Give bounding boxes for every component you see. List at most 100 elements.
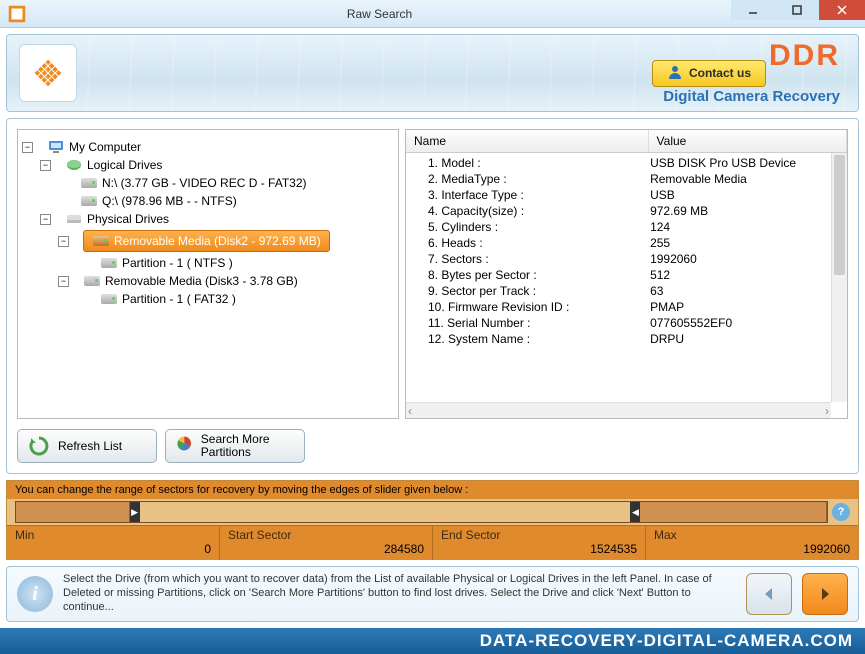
physical-drive-item[interactable]: Removable Media (Disk3 - 3.78 GB) xyxy=(105,274,298,288)
contact-label: Contact us xyxy=(689,66,751,80)
app-logo xyxy=(19,44,77,102)
back-button[interactable] xyxy=(746,573,792,615)
detail-name: 7. Sectors : xyxy=(428,252,650,266)
footer: i Select the Drive (from which you want … xyxy=(6,566,859,622)
detail-name: 4. Capacity(size) : xyxy=(428,204,650,218)
tree-collapse-icon[interactable]: − xyxy=(58,276,69,287)
contact-us-button[interactable]: Contact us xyxy=(652,60,766,87)
drive-icon xyxy=(83,274,101,288)
brand-bar: DATA-RECOVERY-DIGITAL-CAMERA.COM xyxy=(0,628,865,654)
detail-value: USB xyxy=(650,188,847,202)
detail-name: 6. Heads : xyxy=(428,236,650,250)
refresh-icon xyxy=(28,435,50,457)
sector-range-panel: You can change the range of sectors for … xyxy=(6,480,859,560)
detail-value: 1992060 xyxy=(650,252,847,266)
min-value: 0 xyxy=(15,542,211,556)
detail-value: 124 xyxy=(650,220,847,234)
drives-group-icon xyxy=(65,212,83,226)
detail-row: 11. Serial Number :077605552EF0 xyxy=(428,315,847,331)
partition-item[interactable]: Partition - 1 ( FAT32 ) xyxy=(122,292,236,306)
detail-row: 5. Cylinders :124 xyxy=(428,219,847,235)
instructions-text: Select the Drive (from which you want to… xyxy=(63,573,736,614)
max-value: 1992060 xyxy=(654,542,850,556)
drives-group-icon xyxy=(65,158,83,172)
tree-collapse-icon[interactable]: − xyxy=(22,142,33,153)
tree-collapse-icon[interactable]: − xyxy=(40,160,51,171)
detail-name: 11. Serial Number : xyxy=(428,316,650,330)
detail-name: 3. Interface Type : xyxy=(428,188,650,202)
pie-chart-icon xyxy=(176,435,193,457)
next-button[interactable] xyxy=(802,573,848,615)
detail-row: 12. System Name :DRPU xyxy=(428,331,847,347)
detail-name: 2. MediaType : xyxy=(428,172,650,186)
drive-tree[interactable]: − My Computer − Logical Drives N:\ (3.77… xyxy=(17,129,399,419)
detail-value: USB DISK Pro USB Device xyxy=(650,156,847,170)
detail-row: 1. Model :USB DISK Pro USB Device xyxy=(428,155,847,171)
physical-drive-item-selected[interactable]: Removable Media (Disk2 - 972.69 MB) xyxy=(83,230,330,252)
detail-name: 5. Cylinders : xyxy=(428,220,650,234)
logical-drive-item[interactable]: N:\ (3.77 GB - VIDEO REC D - FAT32) xyxy=(102,176,307,190)
slider-start-handle[interactable]: ▶ xyxy=(130,502,140,522)
detail-row: 10. Firmware Revision ID :PMAP xyxy=(428,299,847,315)
maximize-button[interactable] xyxy=(775,0,819,20)
app-tagline: Digital Camera Recovery xyxy=(663,88,840,105)
drive-icon xyxy=(100,256,118,270)
vertical-scrollbar[interactable] xyxy=(831,153,847,402)
min-label: Min xyxy=(15,528,211,542)
window-title: Raw Search xyxy=(28,7,731,21)
tree-root: My Computer xyxy=(69,140,141,154)
slider-end-handle[interactable]: ◀ xyxy=(630,502,640,522)
detail-row: 3. Interface Type :USB xyxy=(428,187,847,203)
refresh-list-button[interactable]: Refresh List xyxy=(17,429,157,463)
end-sector-value: 1524535 xyxy=(441,542,637,556)
detail-name: 8. Bytes per Sector : xyxy=(428,268,650,282)
detail-row: 8. Bytes per Sector :512 xyxy=(428,267,847,283)
close-button[interactable] xyxy=(819,0,865,20)
detail-row: 6. Heads :255 xyxy=(428,235,847,251)
person-icon xyxy=(667,64,683,83)
drive-icon xyxy=(100,292,118,306)
horizontal-scrollbar[interactable]: ‹› xyxy=(406,402,831,418)
search-more-partitions-button[interactable]: Search More Partitions xyxy=(165,429,305,463)
detail-value: 972.69 MB xyxy=(650,204,847,218)
detail-value: 077605552EF0 xyxy=(650,316,847,330)
drive-details: Name Value 1. Model :USB DISK Pro USB De… xyxy=(405,129,848,419)
tree-collapse-icon[interactable]: − xyxy=(58,236,69,247)
detail-name: 1. Model : xyxy=(428,156,650,170)
partition-item[interactable]: Partition - 1 ( NTFS ) xyxy=(122,256,233,270)
detail-row: 7. Sectors :1992060 xyxy=(428,251,847,267)
detail-name: 10. Firmware Revision ID : xyxy=(428,300,650,314)
minimize-button[interactable] xyxy=(731,0,775,20)
sector-message: You can change the range of sectors for … xyxy=(7,481,858,499)
physical-drives-label: Physical Drives xyxy=(87,212,169,226)
logical-drive-item[interactable]: Q:\ (978.96 MB - - NTFS) xyxy=(102,194,237,208)
detail-value: PMAP xyxy=(650,300,847,314)
drive-icon xyxy=(80,176,98,190)
sector-slider[interactable]: ▶ ◀ xyxy=(15,501,828,523)
header-banner: Contact us DDR Digital Camera Recovery xyxy=(6,34,859,112)
refresh-label: Refresh List xyxy=(58,439,122,453)
column-name[interactable]: Name xyxy=(406,130,649,152)
search-more-label: Search More Partitions xyxy=(201,433,294,459)
detail-value: 63 xyxy=(650,284,847,298)
detail-value: 255 xyxy=(650,236,847,250)
computer-icon xyxy=(47,140,65,154)
drive-icon xyxy=(80,194,98,208)
app-icon xyxy=(6,3,28,25)
window-titlebar: Raw Search xyxy=(0,0,865,28)
detail-name: 12. System Name : xyxy=(428,332,650,346)
detail-row: 9. Sector per Track :63 xyxy=(428,283,847,299)
end-sector-label: End Sector xyxy=(441,528,637,542)
detail-row: 2. MediaType :Removable Media xyxy=(428,171,847,187)
tree-collapse-icon[interactable]: − xyxy=(40,214,51,225)
drive-icon xyxy=(92,234,110,248)
detail-value: Removable Media xyxy=(650,172,847,186)
logical-drives-label: Logical Drives xyxy=(87,158,162,172)
detail-value: 512 xyxy=(650,268,847,282)
start-sector-label: Start Sector xyxy=(228,528,424,542)
help-icon[interactable]: ? xyxy=(832,503,850,521)
detail-value: DRPU xyxy=(650,332,847,346)
column-value[interactable]: Value xyxy=(649,130,847,152)
detail-row: 4. Capacity(size) :972.69 MB xyxy=(428,203,847,219)
main-panel: − My Computer − Logical Drives N:\ (3.77… xyxy=(6,118,859,474)
